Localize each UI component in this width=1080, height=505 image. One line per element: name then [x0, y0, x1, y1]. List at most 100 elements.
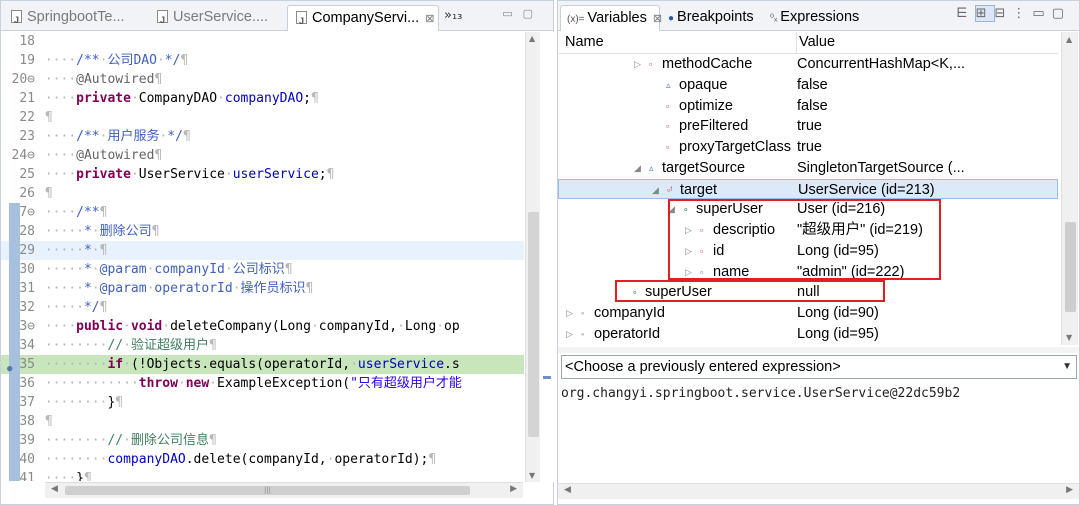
scroll-right-arrow-icon[interactable]: ▶	[510, 484, 517, 494]
variable-row[interactable]: ▷ ◦ operatorId Long (id=95)	[558, 324, 1058, 345]
column-header-value[interactable]: Value	[796, 32, 835, 54]
layout-icon[interactable]: ⊟	[995, 6, 1013, 21]
column-header-name[interactable]: Name	[565, 32, 604, 53]
overview-ruler-mark[interactable]	[543, 376, 551, 379]
tab-variables[interactable]: (x)= Variables ⊠	[560, 5, 662, 31]
code-line[interactable]: 24⊖ ····@Autowired¶	[1, 146, 524, 165]
tab-expressions[interactable]: ⁰ₓ Expressions	[764, 5, 874, 31]
code-text: ·····*·@param·operatorId·操作员标识¶	[44, 281, 314, 296]
scrollbar-thumb[interactable]	[528, 212, 539, 437]
code-line[interactable]: 27⊖ ····/**¶	[1, 203, 524, 222]
variable-name: optimize	[679, 97, 733, 114]
code-line[interactable]: 23 ····/**·用户服务·*/¶	[1, 127, 524, 146]
maximize-icon[interactable]: ▢	[1052, 6, 1071, 21]
show-type-names-icon[interactable]: ⊞	[974, 5, 995, 22]
expand-arrow-icon[interactable]: ▷	[566, 303, 573, 323]
code-line[interactable]: 18	[1, 32, 524, 51]
code-text: ········companyDAO.delete(companyId,·ope…	[44, 452, 437, 467]
variable-value: true	[797, 139, 822, 155]
expand-arrow-icon[interactable]: ▷	[634, 54, 641, 74]
code-line[interactable]: 31 ·····*·@param·operatorId·操作员标识¶	[1, 279, 524, 298]
code-line[interactable]: 39 ········//·删除公司信息¶	[1, 431, 524, 450]
variable-row[interactable]: ▷ ◦ companyId Long (id=90)	[558, 303, 1058, 324]
code-line[interactable]: 41 ····}¶	[1, 469, 524, 481]
expression-combo-box[interactable]: <Choose a previously entered expression>…	[561, 355, 1077, 379]
code-line[interactable]: 36 ············throw·new·ExampleExceptio…	[1, 374, 524, 393]
variables-icon: (x)=	[567, 14, 585, 25]
code-text: ····@Autowired¶	[44, 72, 163, 87]
code-line[interactable]: 21 ····private·CompanyDAO·companyDAO;¶	[1, 89, 524, 108]
view-menu-icon[interactable]: ⋮	[1012, 6, 1032, 21]
tab-user-service[interactable]: UserService....	[149, 5, 281, 32]
maximize-icon[interactable]: ▢	[523, 7, 543, 20]
quick-diff-marker	[9, 298, 20, 317]
code-line[interactable]: 28 ·····*·删除公司¶	[1, 222, 524, 241]
scroll-left-arrow-icon[interactable]: ◀	[564, 485, 571, 495]
code-line[interactable]: 25 ····private·UserService·userService;¶	[1, 165, 524, 184]
code-text: ····@Autowired¶	[44, 148, 163, 163]
variable-row[interactable]: ▫ proxyTargetClass true	[558, 137, 1058, 158]
tab-breakpoints[interactable]: ● Breakpoints	[662, 5, 766, 31]
close-tab-icon[interactable]: ⊠	[425, 13, 434, 25]
code-line[interactable]: 34 ········//·验证超级用户¶	[1, 336, 524, 355]
editor-window-controls: ▭▢	[502, 7, 543, 20]
tab-company-service[interactable]: CompanyServi...⊠	[287, 5, 439, 33]
minimize-icon[interactable]: ▭	[1032, 6, 1051, 21]
variable-row[interactable]: ◢ ▫ᶠ target UserService (id=213)	[558, 178, 1058, 200]
line-number: 19	[19, 53, 35, 68]
code-line[interactable]: 33⊖ ····public·void·deleteCompany(Long·c…	[1, 317, 524, 336]
editor-tab-bar: SpringbootTe... UserService.... CompanyS…	[1, 1, 553, 33]
code-line[interactable]: 38 ¶	[1, 412, 524, 431]
minimize-icon[interactable]: ▭	[502, 7, 522, 20]
code-line[interactable]: 19 ····/**·公司DAO·*/¶	[1, 51, 524, 70]
scrollbar-thumb[interactable]	[1065, 222, 1076, 312]
scroll-up-arrow-icon[interactable]: ▲	[1066, 35, 1072, 44]
code-line[interactable]: 40 ········companyDAO.delete(companyId,·…	[1, 450, 524, 469]
close-tab-icon[interactable]: ⊠	[653, 13, 662, 25]
variable-value: UserService (id=213)	[798, 181, 935, 198]
collapse-all-icon[interactable]: ⋿	[956, 6, 974, 21]
code-line[interactable]: 26 ¶	[1, 184, 524, 203]
variable-row[interactable]: ▷ ▫ methodCache ConcurrentHashMap<K,...	[558, 54, 1058, 75]
field-icon: ▫ᶠ	[667, 184, 673, 195]
tab-springboot-test[interactable]: SpringbootTe...	[3, 5, 147, 32]
highlight-box-superuser-null	[615, 280, 885, 302]
scroll-down-arrow-icon[interactable]: ▼	[1066, 333, 1072, 342]
code-editor-pane: SpringbootTe... UserService.... CompanyS…	[0, 0, 554, 505]
collapse-arrow-icon[interactable]: ◢	[634, 158, 641, 178]
quick-diff-marker	[9, 279, 20, 298]
scrollbar-thumb[interactable]: |||	[65, 486, 470, 495]
variable-name: companyId	[594, 305, 665, 321]
line-number: 25	[19, 167, 35, 182]
code-line[interactable]: 20⊖ ····@Autowired¶	[1, 70, 524, 89]
code-line[interactable]: 30 ·····*·@param·companyId·公司标识¶	[1, 260, 524, 279]
combo-dropdown-arrow-icon[interactable]: ▼	[1062, 356, 1072, 378]
variable-row[interactable]: ▵ opaque false	[558, 75, 1058, 96]
collapse-arrow-icon[interactable]: ◢	[652, 180, 659, 200]
tab-overflow-button[interactable]: »₁₃	[444, 8, 462, 23]
field-icon: ▫	[666, 121, 670, 132]
quick-diff-marker	[9, 222, 20, 241]
scroll-up-arrow-icon[interactable]: ▲	[529, 34, 535, 43]
code-line[interactable]: 37 ········}¶	[1, 393, 524, 412]
scroll-left-arrow-icon[interactable]: ◀	[51, 484, 58, 494]
code-line[interactable]: 35 ········if·(!Objects.equals(operatorI…	[1, 355, 524, 374]
code-line[interactable]: 32 ·····*/¶	[1, 298, 524, 317]
expand-arrow-icon[interactable]: ▷	[566, 324, 573, 344]
detail-horizontal-scrollbar[interactable]: ◀ ▶	[558, 483, 1079, 499]
variable-row[interactable]: ▫ preFiltered true	[558, 116, 1058, 137]
scroll-right-arrow-icon[interactable]: ▶	[1066, 485, 1073, 495]
code-line[interactable]: 29 ·····*·¶	[1, 241, 524, 260]
variable-row[interactable]: ▫ optimize false	[558, 96, 1058, 117]
code-line[interactable]: 22 ¶	[1, 108, 524, 127]
variables-vertical-scrollbar[interactable]: ▲ ▼	[1061, 32, 1078, 345]
editor-horizontal-scrollbar[interactable]: ◀ ||| ▶	[45, 482, 523, 498]
line-number: 23	[19, 129, 35, 144]
variable-detail-pane[interactable]: org.changyi.springboot.service.UserServi…	[561, 384, 1077, 484]
variable-name: proxyTargetClass	[679, 139, 792, 155]
detail-pane-sash[interactable]	[558, 347, 1079, 353]
editor-vertical-scrollbar[interactable]: ▲ ▼	[525, 32, 540, 482]
code-area[interactable]: 18 19 ····/**·公司DAO·*/¶ 20⊖ ····@Autowire…	[1, 32, 524, 481]
scroll-down-arrow-icon[interactable]: ▼	[529, 471, 535, 480]
variable-row[interactable]: ◢ ▵ targetSource SingletonTargetSource (...	[558, 158, 1058, 179]
